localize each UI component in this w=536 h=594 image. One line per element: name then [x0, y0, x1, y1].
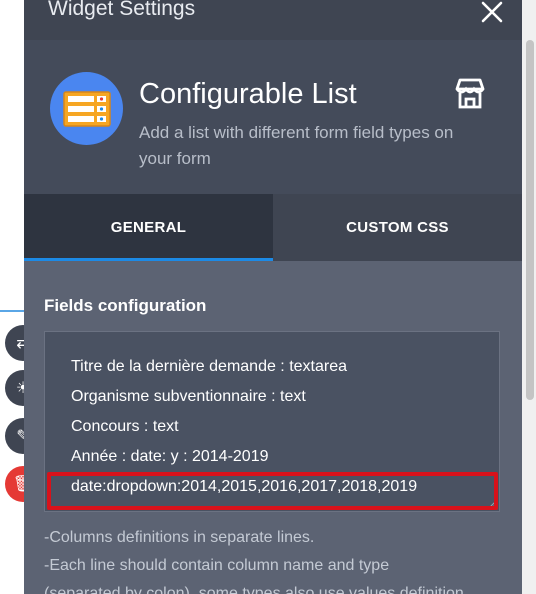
- config-line: Titre de la dernière demande : textarea: [71, 358, 348, 375]
- widget-description: Add a list with different form field typ…: [139, 123, 454, 168]
- hint-line: (separated by colon), some types also us…: [44, 585, 464, 594]
- hint-line: -Each line should contain column name an…: [44, 557, 390, 574]
- tab-general[interactable]: GENERAL: [24, 194, 273, 261]
- scrollbar-thumb[interactable]: [526, 40, 534, 400]
- widget-title: Configurable List: [139, 78, 357, 110]
- config-line: Année : date: y : 2014-2019: [71, 448, 269, 465]
- widget-header: Configurable List Add a list with differ…: [24, 40, 522, 194]
- panel-title: Widget Settings: [48, 0, 196, 20]
- config-line: Concours : text: [71, 418, 179, 435]
- active-tab-indicator: [24, 258, 273, 261]
- list-widget-icon: [50, 72, 123, 145]
- panel-header: Widget Settings: [24, 0, 522, 40]
- hint-line: -Columns definitions in separate lines.: [44, 529, 315, 546]
- close-icon[interactable]: [476, 0, 508, 28]
- tab-bar: GENERAL CUSTOM CSS: [24, 194, 522, 261]
- red-highlight-box: [47, 472, 498, 510]
- config-line: Organisme subventionnaire : text: [71, 388, 306, 405]
- fields-configuration-label: Fields configuration: [44, 296, 207, 315]
- background-divider: [0, 310, 24, 312]
- store-icon[interactable]: [452, 76, 488, 112]
- tab-custom-css[interactable]: CUSTOM CSS: [273, 194, 522, 261]
- widget-settings-panel: Widget Settings Configurable List Add a …: [24, 0, 522, 594]
